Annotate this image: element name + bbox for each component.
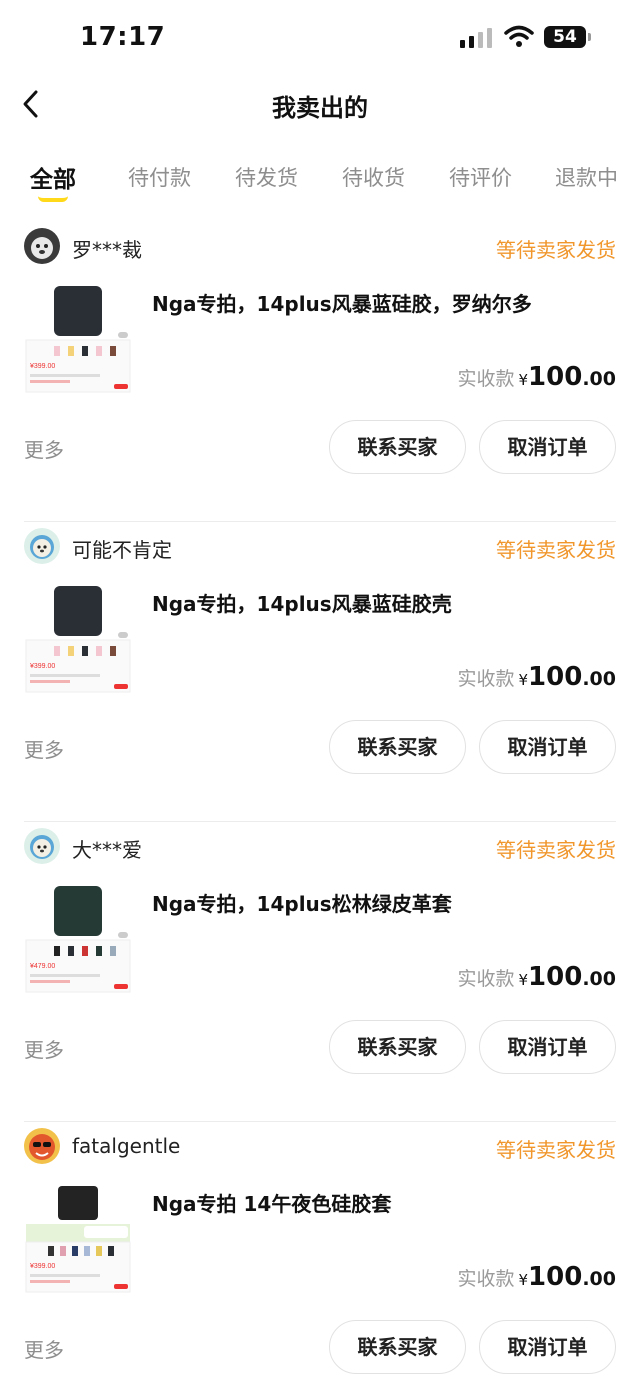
price-row: 实收款 ¥100.00 (457, 1262, 616, 1292)
price-decimal: .00 (582, 668, 616, 690)
battery-tip (588, 33, 591, 41)
more-button[interactable]: 更多 (24, 734, 64, 763)
buyer-name[interactable]: fatalgentle (72, 1134, 180, 1158)
product-title[interactable]: Nga专拍，14plus风暴蓝硅胶壳 (152, 588, 452, 617)
order-list: 罗***裁 等待卖家发货 ¥399.00 Nga专拍，14plus风暴蓝硅胶，罗… (0, 222, 640, 1384)
tab-active-indicator (38, 196, 68, 202)
product-thumbnail[interactable]: ¥399.00 (24, 582, 132, 694)
product-title[interactable]: Nga专拍，14plus风暴蓝硅胶，罗纳尔多 (152, 288, 532, 317)
price-currency: ¥ (518, 371, 529, 389)
thumb-price: ¥399.00 (30, 1263, 55, 1270)
cancel-order-button[interactable]: 取消订单 (479, 420, 616, 474)
product-thumbnail[interactable]: ¥399.00 (24, 282, 132, 394)
price-row: 实收款 ¥100.00 (457, 362, 616, 392)
price-label: 实收款 (457, 668, 515, 690)
more-button[interactable]: 更多 (24, 1334, 64, 1363)
avatar[interactable] (24, 828, 60, 864)
tab-pending-receipt[interactable]: 待收货 (342, 162, 405, 192)
buyer-name[interactable]: 可能不肯定 (72, 534, 172, 563)
tab-refunding[interactable]: 退款中 (555, 162, 618, 192)
order-status: 等待卖家发货 (496, 538, 616, 562)
cancel-order-button[interactable]: 取消订单 (479, 1020, 616, 1074)
price-integer: 100 (528, 1262, 583, 1292)
avatar[interactable] (24, 528, 60, 564)
nav-bar: 我卖出的 (0, 76, 640, 132)
price-row: 实收款 ¥100.00 (457, 662, 616, 692)
buyer-name[interactable]: 大***爱 (72, 834, 142, 863)
order-card: fatalgentle 等待卖家发货 ¥399.00 Nga专拍 14午夜色硅胶… (0, 1122, 640, 1384)
tab-all[interactable]: 全部 (30, 160, 76, 194)
contact-buyer-button[interactable]: 联系买家 (329, 1020, 466, 1074)
contact-buyer-button[interactable]: 联系买家 (329, 1320, 466, 1374)
price-row: 实收款 ¥100.00 (457, 962, 616, 992)
thumb-price: ¥399.00 (30, 663, 55, 670)
product-title[interactable]: Nga专拍，14plus松林绿皮革套 (152, 888, 452, 917)
order-card: 大***爱 等待卖家发货 ¥479.00 Nga专拍，14plus松林绿皮革套 … (0, 822, 640, 1122)
avatar[interactable] (24, 228, 60, 264)
more-button[interactable]: 更多 (24, 434, 64, 463)
tab-pending-shipment[interactable]: 待发货 (235, 162, 298, 192)
avatar[interactable] (24, 1128, 60, 1164)
more-button[interactable]: 更多 (24, 1034, 64, 1063)
price-decimal: .00 (582, 1268, 616, 1290)
order-status: 等待卖家发货 (496, 1138, 616, 1162)
price-currency: ¥ (518, 1271, 529, 1289)
order-status: 等待卖家发货 (496, 838, 616, 862)
price-integer: 100 (528, 662, 583, 692)
thumb-price: ¥399.00 (30, 363, 55, 370)
price-currency: ¥ (518, 971, 529, 989)
status-bar: 17:17 54 (0, 0, 640, 76)
price-decimal: .00 (582, 368, 616, 390)
price-integer: 100 (528, 962, 583, 992)
product-thumbnail[interactable]: ¥399.00 (24, 1182, 132, 1294)
price-label: 实收款 (457, 968, 515, 990)
status-time: 17:17 (80, 22, 166, 52)
cancel-order-button[interactable]: 取消订单 (479, 720, 616, 774)
page-title: 我卖出的 (272, 94, 368, 122)
wifi-icon (504, 25, 534, 47)
price-label: 实收款 (457, 1268, 515, 1290)
cancel-order-button[interactable]: 取消订单 (479, 1320, 616, 1374)
price-currency: ¥ (518, 671, 529, 689)
price-decimal: .00 (582, 968, 616, 990)
price-label: 实收款 (457, 368, 515, 390)
contact-buyer-button[interactable]: 联系买家 (329, 420, 466, 474)
buyer-name[interactable]: 罗***裁 (72, 234, 142, 263)
signal-icon (460, 28, 494, 48)
order-card: 罗***裁 等待卖家发货 ¥399.00 Nga专拍，14plus风暴蓝硅胶，罗… (0, 222, 640, 522)
battery-icon: 54 (544, 26, 586, 48)
order-tabs: 全部 待付款 待发货 待收货 待评价 退款中 (0, 160, 640, 208)
product-title[interactable]: Nga专拍 14午夜色硅胶套 (152, 1188, 391, 1217)
order-status: 等待卖家发货 (496, 238, 616, 262)
tab-pending-review[interactable]: 待评价 (449, 162, 512, 192)
price-integer: 100 (528, 362, 583, 392)
contact-buyer-button[interactable]: 联系买家 (329, 720, 466, 774)
order-card: 可能不肯定 等待卖家发货 ¥399.00 Nga专拍，14plus风暴蓝硅胶壳 … (0, 522, 640, 822)
thumb-price: ¥479.00 (30, 963, 55, 970)
product-thumbnail[interactable]: ¥479.00 (24, 882, 132, 994)
tab-pending-payment[interactable]: 待付款 (128, 162, 191, 192)
